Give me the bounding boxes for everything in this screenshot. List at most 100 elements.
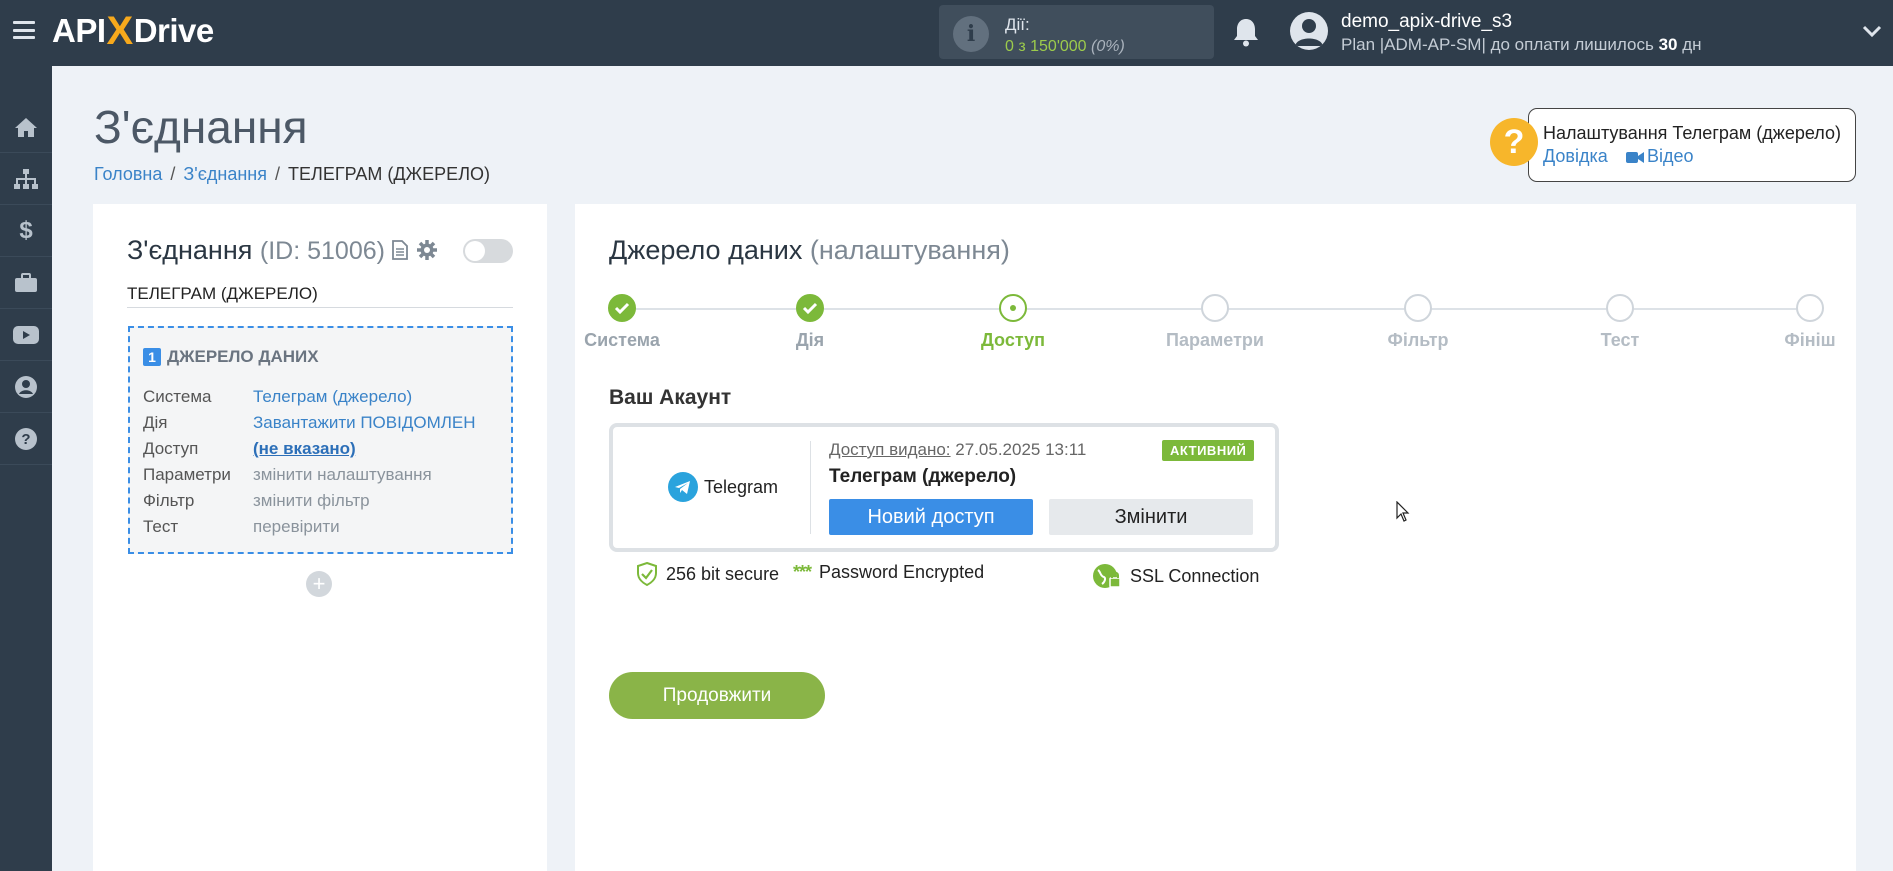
step-label: Дія xyxy=(795,330,825,350)
logo-x: X xyxy=(106,8,134,53)
source-number: 1 xyxy=(143,348,161,366)
row-key: Система xyxy=(143,387,212,406)
telegram-icon xyxy=(668,472,698,502)
password-icon: *** xyxy=(793,562,812,582)
source-block[interactable]: 1 ДЖЕРЕЛО ДАНИХ Система Телеграм (джерел… xyxy=(128,326,513,554)
step-label: Фініш xyxy=(1784,330,1836,350)
gear-icon[interactable] xyxy=(416,239,438,261)
connection-title: З'єднання (ID: 51006) xyxy=(127,235,385,266)
row-key: Дія xyxy=(143,413,168,432)
breadcrumb-current: ТЕЛЕГРАМ (ДЖЕРЕЛО) xyxy=(288,164,490,184)
sidebar-item-profile[interactable] xyxy=(0,362,52,413)
row-value-filter[interactable]: змінити фільтр xyxy=(253,491,370,511)
row-key: Тест xyxy=(143,517,179,536)
shield-icon xyxy=(637,562,657,586)
row-value-system[interactable]: Телеграм (джерело) xyxy=(253,387,412,407)
step-dot xyxy=(1606,294,1634,322)
sitemap-icon xyxy=(14,169,38,189)
step-dot xyxy=(1201,294,1229,322)
row-value-test[interactable]: перевірити xyxy=(253,517,340,537)
step-test: Тест xyxy=(1550,294,1690,351)
step-label: Доступ xyxy=(981,330,1045,350)
step-system[interactable]: Система xyxy=(552,294,692,351)
question-icon: ? xyxy=(15,428,37,450)
add-block-button[interactable]: + xyxy=(306,571,332,597)
row-value-action[interactable]: Завантажити ПОВІДОМЛЕН xyxy=(253,413,476,433)
access-info: Доступ видано: 27.05.2025 13:11 xyxy=(829,440,1086,460)
actions-value: 0 з 150'000 (0%) xyxy=(1005,38,1125,56)
avatar[interactable] xyxy=(1290,12,1328,50)
help-docs-link[interactable]: Довідка xyxy=(1543,146,1608,167)
sidebar-item-help[interactable]: ? xyxy=(0,414,52,465)
status-badge: АКТИВНИЙ xyxy=(1162,440,1255,461)
divider xyxy=(810,441,811,534)
security-text: 256 bit secure xyxy=(666,563,780,584)
row-value-params[interactable]: змінити налаштування xyxy=(253,465,432,485)
breadcrumb: Головна / З'єднання / ТЕЛЕГРАМ (ДЖЕРЕЛО) xyxy=(94,164,490,185)
connection-subtitle: ТЕЛЕГРАМ (ДЖЕРЕЛО) xyxy=(127,284,513,308)
connection-title-text: З'єднання xyxy=(127,235,253,265)
top-bar: API X Drive i Дії: 0 з 150'000 (0%) demo_a… xyxy=(0,0,1893,66)
step-parameters: Параметри xyxy=(1145,294,1285,351)
ssl-globe-icon xyxy=(1093,564,1121,588)
user-name[interactable]: demo_apix-drive_s3 xyxy=(1341,11,1512,33)
step-label: Параметри xyxy=(1166,330,1264,350)
menu-icon[interactable] xyxy=(13,21,35,39)
step-access[interactable]: Доступ xyxy=(943,294,1083,351)
briefcase-icon xyxy=(15,273,37,292)
source-heading: 1 ДЖЕРЕЛО ДАНИХ xyxy=(143,347,319,367)
security-text: Password Encrypted xyxy=(819,562,985,582)
access-label: Доступ видано: xyxy=(829,440,951,459)
svg-text:?: ? xyxy=(21,431,30,448)
actions-percent: (0%) xyxy=(1091,38,1125,55)
connection-id: (ID: 51006) xyxy=(259,237,385,265)
breadcrumb-home[interactable]: Головна xyxy=(94,164,162,184)
change-button[interactable]: Змінити xyxy=(1049,499,1253,535)
connection-toggle[interactable] xyxy=(463,239,513,263)
source-settings-card: Джерело даних (налаштування) Система Дія… xyxy=(575,204,1856,871)
help-question-icon[interactable]: ? xyxy=(1490,118,1538,166)
user-plan: Plan |ADM-AP-SM| до оплати лишилось 30 д… xyxy=(1341,35,1702,55)
breadcrumb-connections[interactable]: З'єднання xyxy=(183,164,267,184)
user-icon xyxy=(1295,19,1323,46)
logo-text-right: Drive xyxy=(133,12,215,49)
source-heading-text: ДЖЕРЕЛО ДАНИХ xyxy=(167,347,319,366)
section-title: Джерело даних (налаштування) xyxy=(609,235,1010,266)
step-label: Тест xyxy=(1600,330,1640,350)
mouse-cursor-icon xyxy=(1396,501,1410,522)
help-title: Налаштування Телеграм (джерело) xyxy=(1543,123,1841,143)
new-access-button[interactable]: Новий доступ xyxy=(829,499,1033,535)
row-value-access[interactable]: (не вказано) xyxy=(253,439,356,459)
video-camera-icon[interactable] xyxy=(1626,151,1644,164)
document-icon[interactable] xyxy=(392,240,408,260)
row-key: Доступ xyxy=(143,439,199,458)
sidebar-item-services[interactable] xyxy=(0,258,52,309)
bell-icon[interactable] xyxy=(1232,17,1260,47)
sidebar-item-connections[interactable] xyxy=(0,154,52,205)
security-text: SSL Connection xyxy=(1130,565,1260,586)
help-video-link[interactable]: Відео xyxy=(1647,146,1694,167)
apix-drive-logo[interactable]: API X Drive xyxy=(52,8,215,53)
access-date: 27.05.2025 13:11 xyxy=(955,440,1087,459)
plan-days: 30 xyxy=(1658,35,1678,54)
sidebar: $ ? xyxy=(0,66,52,871)
sidebar-item-billing[interactable]: $ xyxy=(0,206,52,257)
page-title: З'єднання xyxy=(94,101,308,153)
sidebar-item-home[interactable] xyxy=(0,102,52,153)
sidebar-item-video[interactable] xyxy=(0,310,52,361)
security-256bit: 256 bit secure xyxy=(636,562,779,586)
section-title-paren: (налаштування) xyxy=(809,235,1010,265)
actions-counter: i Дії: 0 з 150'000 (0%) xyxy=(939,5,1214,59)
security-password: *** Password Encrypted xyxy=(793,562,984,583)
dollar-icon: $ xyxy=(19,217,33,244)
step-label: Фільтр xyxy=(1387,330,1449,350)
actions-count: 0 з 150'000 xyxy=(1005,38,1087,55)
chevron-down-icon[interactable] xyxy=(1862,24,1882,38)
account-box: Telegram Доступ видано: 27.05.2025 13:11… xyxy=(609,423,1279,552)
telegram-logo-text: Telegram xyxy=(704,476,779,497)
account-label: Ваш Акаунт xyxy=(609,386,732,409)
continue-button[interactable]: Продовжити xyxy=(609,672,825,719)
plan-prefix: Plan |ADM-AP-SM| до оплати лишилось xyxy=(1341,35,1654,54)
user-circle-icon xyxy=(15,376,37,398)
step-action[interactable]: Дія xyxy=(740,294,880,351)
